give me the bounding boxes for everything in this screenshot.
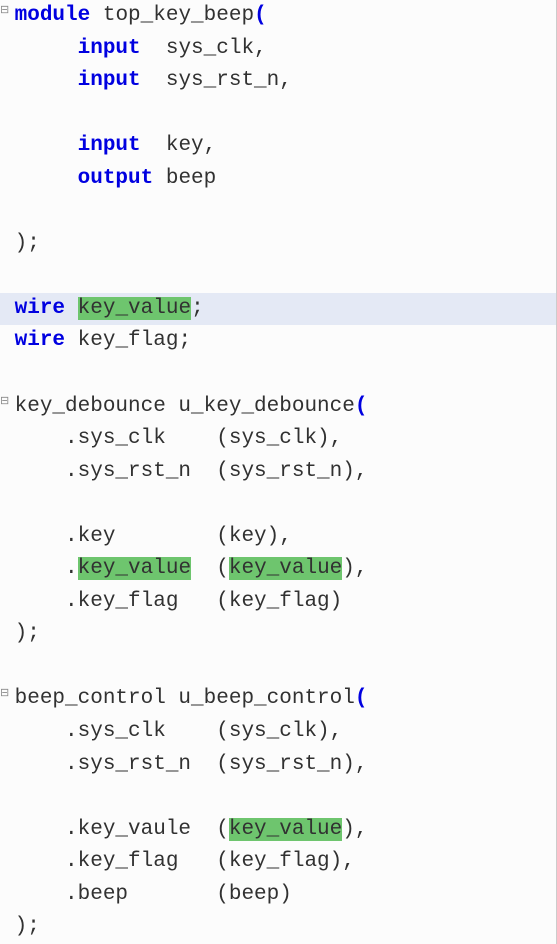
blank-line [0, 260, 556, 293]
code-text: ( [191, 557, 229, 580]
keyword: wire [15, 329, 65, 352]
code-line: .key_value (key_value), [0, 553, 556, 586]
code-text: ), [342, 557, 367, 580]
code-text: key_flag; [65, 329, 191, 352]
blank-line [0, 98, 556, 131]
code-line: .key_flag (key_flag) [0, 586, 556, 619]
code-text: key_debounce u_key_debounce [15, 395, 355, 418]
code-text: .key_vaule ( [2, 818, 229, 841]
punct: ( [355, 395, 368, 418]
code-text: beep_control u_beep_control [15, 687, 355, 710]
keyword: input [78, 69, 141, 92]
code-line: ); [0, 228, 556, 261]
keyword: wire [15, 297, 65, 320]
code-line: .key_vaule (key_value), [0, 814, 556, 847]
code-text: sys_clk, [141, 37, 267, 60]
fold-icon[interactable]: ⊟ [0, 685, 12, 697]
code-text: top_key_beep [90, 4, 254, 27]
code-line: ⊟ module top_key_beep( [0, 0, 556, 33]
code-text: .sys_clk (sys_clk), [2, 427, 342, 450]
code-text: ); [15, 622, 40, 645]
code-line: output beep [0, 163, 556, 196]
code-editor: ⊟ module top_key_beep( input sys_clk, in… [0, 0, 557, 944]
code-text: .sys_rst_n (sys_rst_n), [2, 753, 367, 776]
code-line: .sys_clk (sys_clk), [0, 423, 556, 456]
code-line: ⊟ beep_control u_beep_control( [0, 683, 556, 716]
code-text [65, 297, 78, 320]
keyword: module [15, 4, 91, 27]
code-line: .sys_clk (sys_clk), [0, 716, 556, 749]
code-line: .beep (beep) [0, 879, 556, 912]
code-line: ⊟ key_debounce u_key_debounce( [0, 391, 556, 424]
code-text: ); [15, 232, 40, 255]
code-text: .sys_rst_n (sys_rst_n), [2, 460, 367, 483]
code-text: sys_rst_n, [141, 69, 292, 92]
fold-icon[interactable]: ⊟ [0, 2, 12, 14]
code-text: ), [342, 818, 367, 841]
code-text: ; [191, 297, 204, 320]
code-line: .sys_rst_n (sys_rst_n), [0, 749, 556, 782]
code-text: .beep (beep) [2, 883, 292, 906]
code-line: input sys_rst_n, [0, 65, 556, 98]
code-line: ); [0, 618, 556, 651]
highlighted-symbol: key_value [229, 557, 342, 580]
code-text: beep [153, 167, 216, 190]
code-text: ); [15, 915, 40, 938]
code-line: .sys_rst_n (sys_rst_n), [0, 456, 556, 489]
blank-line [0, 781, 556, 814]
code-text: .key (key), [2, 525, 292, 548]
highlighted-symbol: key_value [78, 297, 191, 320]
punct: ( [254, 4, 267, 27]
blank-line [0, 358, 556, 391]
keyword: output [78, 167, 154, 190]
keyword: input [78, 134, 141, 157]
code-line: input sys_clk, [0, 33, 556, 66]
keyword: input [78, 37, 141, 60]
code-line: input key, [0, 130, 556, 163]
code-text: .key_flag (key_flag) [2, 590, 342, 613]
blank-line [0, 651, 556, 684]
code-line: .key (key), [0, 521, 556, 554]
highlighted-symbol: key_value [78, 557, 191, 580]
code-text: .key_flag (key_flag), [2, 850, 355, 873]
blank-line [0, 195, 556, 228]
punct: ( [355, 687, 368, 710]
blank-line [0, 488, 556, 521]
highlighted-symbol: key_value [229, 818, 342, 841]
code-line: .key_flag (key_flag), [0, 846, 556, 879]
fold-icon[interactable]: ⊟ [0, 393, 12, 405]
code-line: wire key_flag; [0, 325, 556, 358]
code-text: . [2, 557, 78, 580]
code-line: ); [0, 911, 556, 944]
code-line-highlighted: wire key_value; [0, 293, 556, 326]
code-text: .sys_clk (sys_clk), [2, 720, 342, 743]
code-text: key, [141, 134, 217, 157]
